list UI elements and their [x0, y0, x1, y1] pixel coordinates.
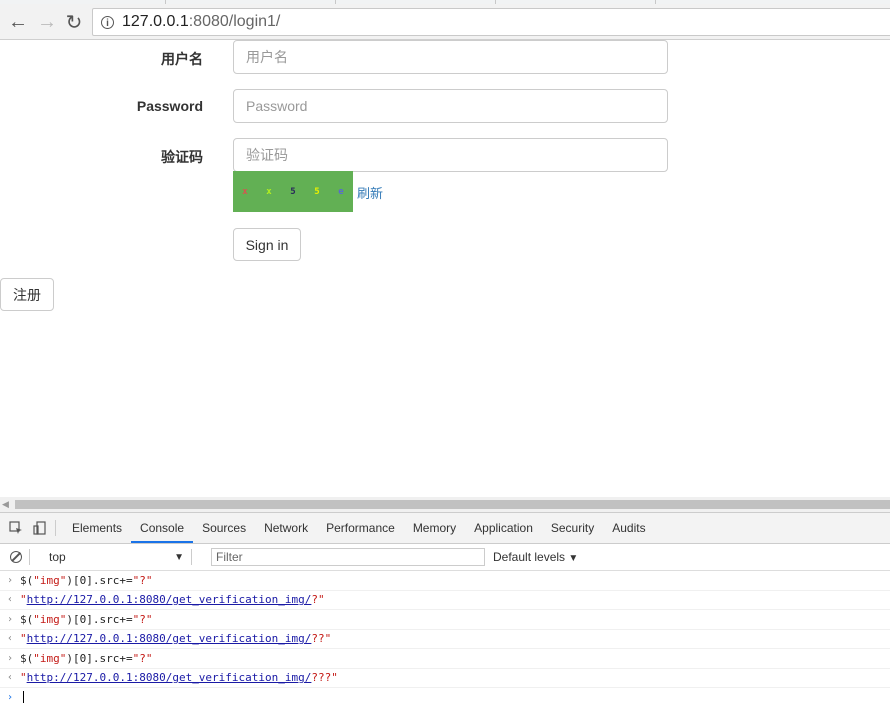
tab-application[interactable]: Application: [465, 513, 542, 543]
devtools-tab-bar: Elements Console Sources Network Perform…: [0, 513, 890, 544]
console-url-link[interactable]: http://127.0.0.1:8080/get_verification_i…: [27, 671, 312, 684]
log-levels-label: Default levels: [493, 550, 566, 564]
scrollbar-thumb[interactable]: [15, 500, 890, 509]
filter-input[interactable]: Filter: [211, 548, 485, 566]
forward-arrow-icon[interactable]: →: [35, 10, 59, 34]
captcha-char: 5: [314, 186, 320, 197]
clear-console-icon[interactable]: [10, 551, 22, 563]
console-input-line: › $("img")[0].src+= "?": [0, 610, 890, 630]
input-prompt-icon: ›: [6, 691, 14, 703]
code-token: ???: [311, 671, 332, 685]
tab-sources[interactable]: Sources: [193, 513, 255, 543]
register-button[interactable]: 注册: [0, 278, 54, 311]
tab-network[interactable]: Network: [255, 513, 317, 543]
quote-mark: ": [324, 632, 332, 646]
console-input-line: › $("img")[0].src+= "?": [0, 649, 890, 669]
toolbar-divider: [191, 549, 192, 565]
password-input[interactable]: [233, 89, 668, 123]
scroll-left-icon[interactable]: ◀: [2, 499, 9, 510]
code-token: ?: [311, 593, 319, 607]
tab-security[interactable]: Security: [542, 513, 603, 543]
captcha-image[interactable]: x x 5 5 e: [233, 171, 353, 212]
tab-audits[interactable]: Audits: [603, 513, 654, 543]
code-token: $(: [20, 612, 34, 626]
context-value: top: [49, 550, 66, 564]
captcha-char: e: [338, 186, 344, 197]
toolbar-divider: [55, 520, 56, 536]
code-token: $(: [20, 573, 34, 587]
console-output-line: ‹ " http://127.0.0.1:8080/get_verificatio…: [0, 591, 890, 610]
tab-performance[interactable]: Performance: [317, 513, 404, 543]
quote-mark: ": [331, 671, 338, 685]
code-token: "img": [33, 612, 67, 626]
code-token: )[0].src+=: [66, 612, 133, 626]
dropdown-triangle-icon: ▼: [174, 551, 184, 563]
code-token: )[0].src+=: [66, 573, 133, 587]
code-token: $(: [20, 651, 34, 665]
password-label: Password: [136, 98, 203, 114]
captcha-char: 5: [290, 186, 296, 197]
output-prompt-icon: ‹: [6, 594, 14, 606]
output-prompt-icon: ‹: [6, 672, 14, 684]
refresh-captcha-link[interactable]: 刷新: [357, 183, 383, 202]
captcha-char: x: [242, 186, 248, 197]
code-token: "img": [33, 651, 67, 665]
context-select[interactable]: top ▼: [45, 550, 184, 564]
input-prompt-icon: ›: [6, 613, 14, 625]
console-output-line: ‹ " http://127.0.0.1:8080/get_verificatio…: [0, 630, 890, 649]
output-prompt-icon: ‹: [6, 633, 14, 645]
username-label: 用户名: [161, 51, 203, 67]
tab-elements[interactable]: Elements: [63, 513, 131, 543]
page-content: 用户名 Password 验证码 x x 5 5 e 刷新 Sign in 注册: [0, 40, 890, 497]
devtools-panel: Elements Console Sources Network Perform…: [0, 512, 890, 704]
quote-mark: ": [20, 632, 27, 646]
username-input[interactable]: [233, 40, 668, 74]
quote-mark: ": [20, 671, 27, 685]
code-token: "?": [132, 651, 153, 665]
text-cursor: [23, 691, 24, 704]
horizontal-scrollbar[interactable]: ◀: [0, 497, 890, 512]
tab-console[interactable]: Console: [131, 513, 194, 543]
dropdown-triangle-icon: ▼: [568, 553, 579, 564]
browser-toolbar: ← → ↻ i 127.0.0.1:8080/login1/: [0, 4, 890, 40]
quote-mark: ": [318, 593, 325, 607]
code-token: "?": [132, 612, 153, 626]
captcha-char: x: [266, 186, 272, 197]
code-token: ??: [311, 632, 325, 646]
inspect-element-icon[interactable]: [8, 520, 24, 536]
input-prompt-icon: ›: [6, 574, 14, 586]
console-prompt-line[interactable]: ›: [0, 688, 890, 707]
code-token: "?": [132, 573, 153, 587]
info-icon[interactable]: i: [101, 15, 114, 29]
device-toolbar-icon[interactable]: [32, 520, 48, 536]
back-arrow-icon[interactable]: ←: [6, 10, 30, 34]
reload-icon[interactable]: ↻: [62, 10, 86, 34]
console-output: › $("img")[0].src+= "?" ‹ " http://127.0.0…: [0, 571, 890, 707]
code-token: "img": [33, 573, 67, 587]
captcha-label: 验证码: [161, 149, 203, 165]
address-bar[interactable]: i 127.0.0.1:8080/login1/: [92, 8, 890, 36]
console-toolbar: top ▼ Filter Default levels ▼: [0, 544, 890, 571]
console-input-line: › $("img")[0].src+= "?": [0, 571, 890, 591]
tab-memory[interactable]: Memory: [404, 513, 465, 543]
input-prompt-icon: ›: [6, 652, 14, 664]
log-levels-select[interactable]: Default levels ▼: [493, 550, 578, 564]
console-url-link[interactable]: http://127.0.0.1:8080/get_verification_i…: [27, 593, 312, 606]
toolbar-divider: [29, 549, 30, 565]
quote-mark: ": [20, 593, 27, 607]
console-output-line: ‹ " http://127.0.0.1:8080/get_verificatio…: [0, 669, 890, 688]
captcha-input[interactable]: [233, 138, 668, 172]
sign-in-button[interactable]: Sign in: [233, 228, 301, 261]
address-url: 127.0.0.1:8080/login1/: [122, 13, 281, 30]
console-url-link[interactable]: http://127.0.0.1:8080/get_verification_i…: [27, 632, 312, 645]
code-token: )[0].src+=: [66, 651, 133, 665]
